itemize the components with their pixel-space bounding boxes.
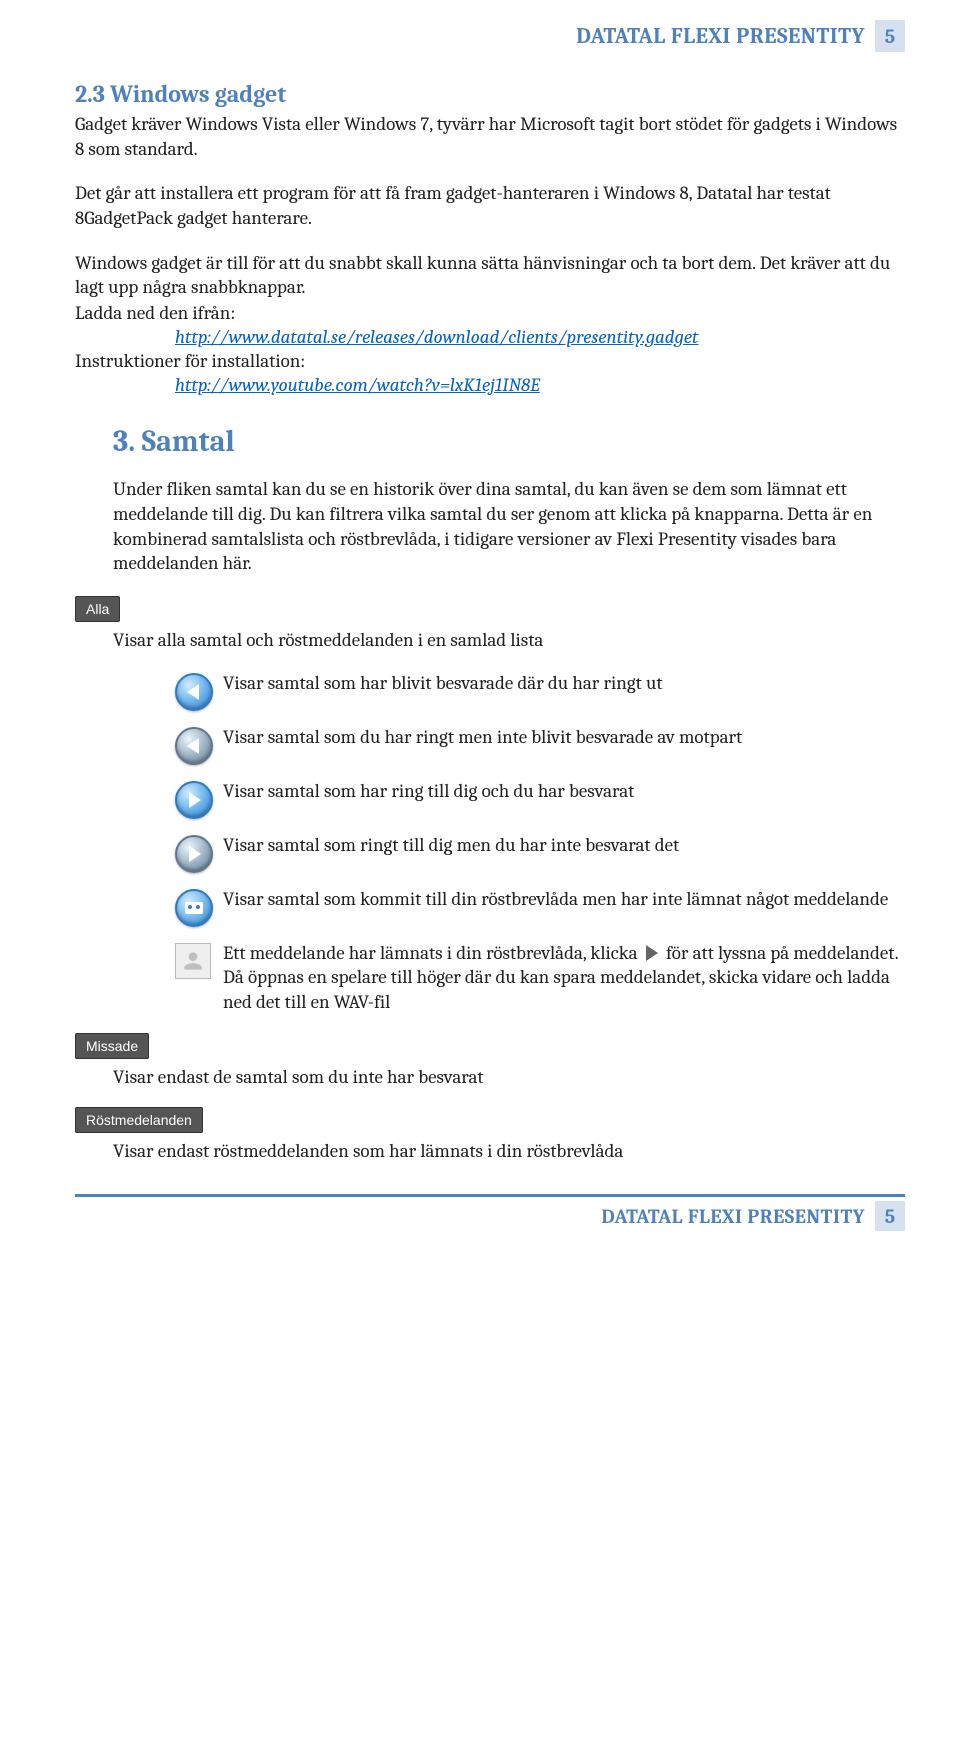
row-voicemail-no-message-text: Visar samtal som kommit till din röstbre… bbox=[223, 887, 905, 912]
rostmedelanden-button[interactable]: Röstmedelanden bbox=[75, 1107, 203, 1133]
download-label: Ladda ned den ifrån: bbox=[75, 302, 905, 324]
alla-button[interactable]: Alla bbox=[75, 596, 120, 622]
row-voicemail-message-text-a: Ett meddelande har lämnats i din röstbre… bbox=[223, 942, 642, 964]
footer-page-number: 5 bbox=[875, 1201, 905, 1231]
arrow-right-grey-icon bbox=[175, 835, 213, 873]
voicemail-icon bbox=[175, 889, 213, 927]
header-page-number: 5 bbox=[875, 20, 905, 52]
row-voicemail-message-text: Ett meddelande har lämnats i din röstbre… bbox=[223, 941, 905, 1015]
row-outgoing-answered-text: Visar samtal som har blivit besvarade dä… bbox=[223, 671, 905, 696]
missade-description: Visar endast de samtal som du inte har b… bbox=[113, 1065, 905, 1090]
download-link[interactable]: http://www.datatal.se/releases/download/… bbox=[175, 326, 698, 348]
instructions-label: Instruktioner för installation: bbox=[75, 350, 905, 372]
instructions-link[interactable]: http://www.youtube.com/watch?v=lxK1ej1IN… bbox=[175, 374, 540, 396]
section-2-3-p1: Gadget kräver Windows Vista eller Window… bbox=[75, 112, 905, 161]
footer-title: DATATAL FLEXI PRESENTITY bbox=[601, 1205, 865, 1228]
row-voicemail-message: Ett meddelande har lämnats i din röstbre… bbox=[175, 941, 905, 1015]
row-outgoing-answered: Visar samtal som har blivit besvarade dä… bbox=[175, 671, 905, 711]
avatar-icon bbox=[175, 943, 211, 979]
arrow-left-blue-icon bbox=[175, 673, 213, 711]
arrow-right-blue-icon bbox=[175, 781, 213, 819]
row-outgoing-unanswered: Visar samtal som du har ringt men inte b… bbox=[175, 725, 905, 765]
section-2-3-p2: Det går att installera ett program för a… bbox=[75, 181, 905, 230]
row-voicemail-no-message: Visar samtal som kommit till din röstbre… bbox=[175, 887, 905, 927]
arrow-left-grey-icon bbox=[175, 727, 213, 765]
section-2-3-title: 2.3 Windows gadget bbox=[75, 80, 905, 108]
row-incoming-answered: Visar samtal som har ring till dig och d… bbox=[175, 779, 905, 819]
section-3-intro: Under fliken samtal kan du se en histori… bbox=[113, 477, 905, 576]
footer-bar: DATATAL FLEXI PRESENTITY 5 bbox=[75, 1194, 905, 1231]
header-title: DATATAL FLEXI PRESENTITY bbox=[576, 23, 865, 49]
alla-description: Visar alla samtal och röstmeddelanden i … bbox=[113, 628, 905, 653]
section-3-title: 3. Samtal bbox=[113, 424, 905, 459]
play-icon[interactable] bbox=[646, 945, 658, 961]
section-2-3-p3: Windows gadget är till för att du snabbt… bbox=[75, 251, 905, 300]
header-bar: DATATAL FLEXI PRESENTITY 5 bbox=[75, 20, 905, 52]
missade-button[interactable]: Missade bbox=[75, 1033, 149, 1059]
row-outgoing-unanswered-text: Visar samtal som du har ringt men inte b… bbox=[223, 725, 905, 750]
row-incoming-unanswered-text: Visar samtal som ringt till dig men du h… bbox=[223, 833, 905, 858]
rostmedelanden-description: Visar endast röstmeddelanden som har läm… bbox=[113, 1139, 905, 1164]
row-incoming-answered-text: Visar samtal som har ring till dig och d… bbox=[223, 779, 905, 804]
row-incoming-unanswered: Visar samtal som ringt till dig men du h… bbox=[175, 833, 905, 873]
